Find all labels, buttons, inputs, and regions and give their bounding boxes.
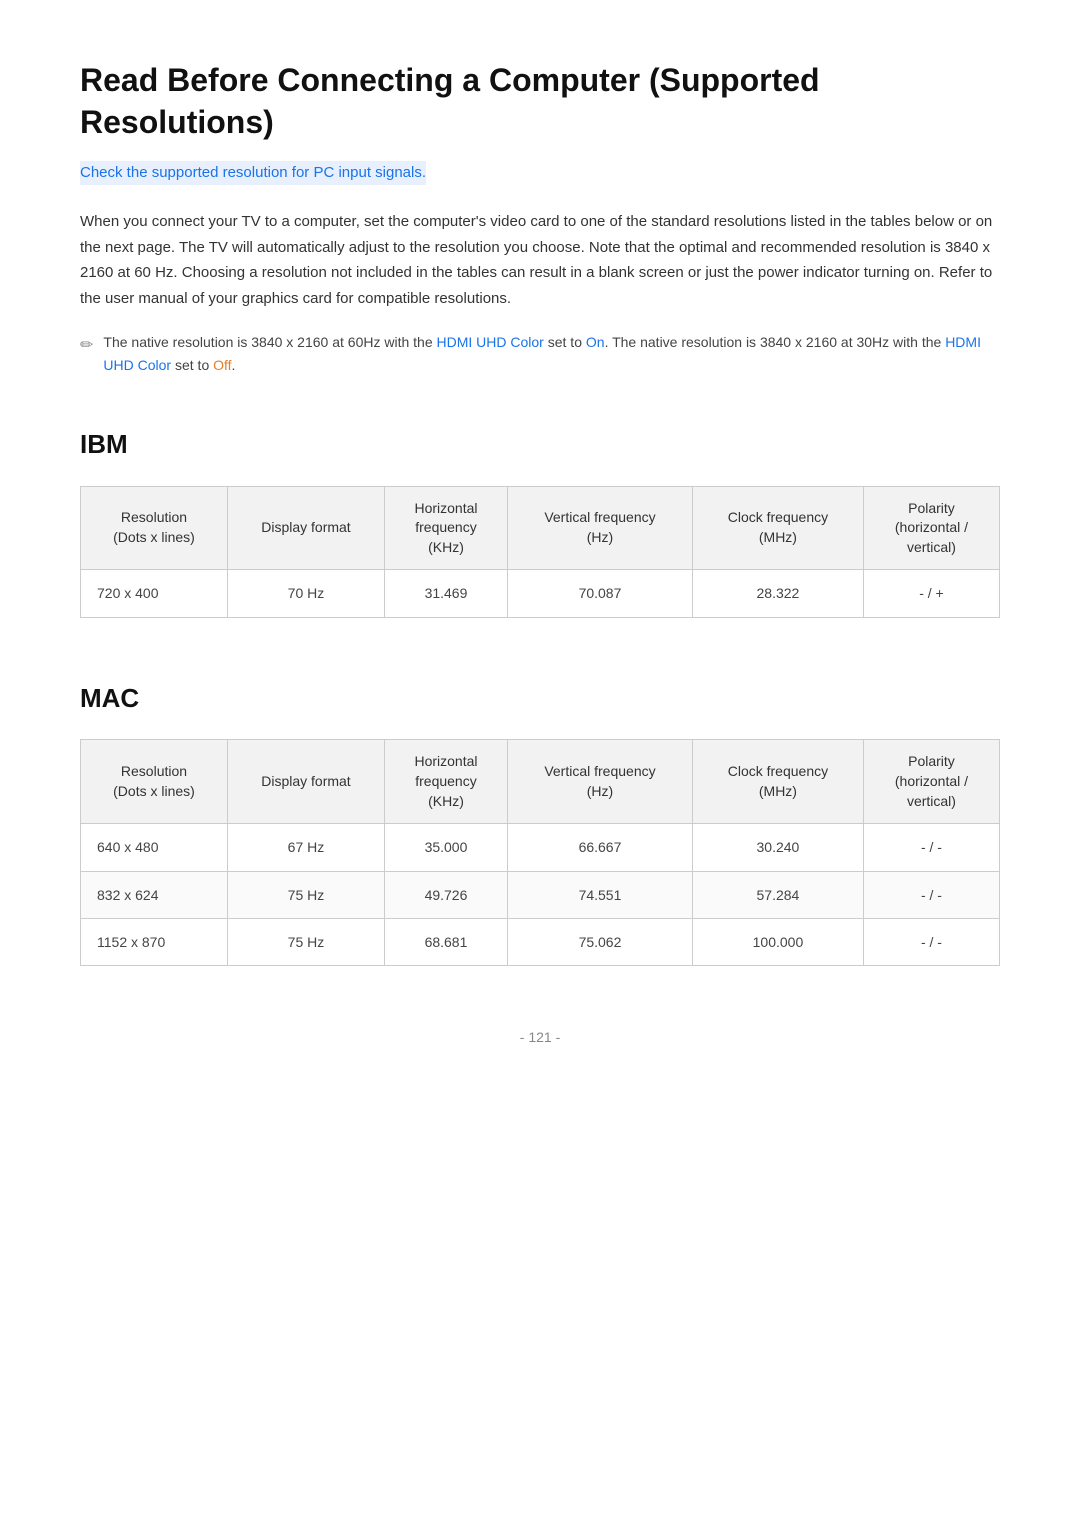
table-row: 1152 x 870 75 Hz 68.681 75.062 100.000 -… <box>81 918 1000 965</box>
table-row: 720 x 400 70 Hz 31.469 70.087 28.322 - /… <box>81 570 1000 617</box>
pencil-icon: ✏ <box>80 333 93 359</box>
hdmi-uhd-color-link-1[interactable]: HDMI UHD Color <box>437 334 544 350</box>
ibm-col-v-freq: Vertical frequency(Hz) <box>508 486 693 570</box>
ibm-table: Resolution(Dots x lines) Display format … <box>80 486 1000 618</box>
mac-col-display-format: Display format <box>227 740 384 824</box>
note-text-set-1: set to <box>544 334 586 350</box>
cell-polarity: - / - <box>863 824 999 871</box>
mac-col-h-freq: Horizontalfrequency(KHz) <box>384 740 507 824</box>
mac-table: Resolution(Dots x lines) Display format … <box>80 739 1000 966</box>
cell-h-freq: 35.000 <box>384 824 507 871</box>
note-text-end: . <box>232 357 236 373</box>
table-row: 832 x 624 75 Hz 49.726 74.551 57.284 - /… <box>81 871 1000 918</box>
cell-display-format: 75 Hz <box>227 871 384 918</box>
mac-table-header-row: Resolution(Dots x lines) Display format … <box>81 740 1000 824</box>
cell-v-freq: 74.551 <box>508 871 693 918</box>
ibm-col-polarity: Polarity(horizontal /vertical) <box>863 486 999 570</box>
cell-v-freq: 70.087 <box>508 570 693 617</box>
off-value: Off <box>213 357 231 373</box>
page-title: Read Before Connecting a Computer (Suppo… <box>80 60 1000 143</box>
ibm-table-header-row: Resolution(Dots x lines) Display format … <box>81 486 1000 570</box>
cell-v-freq: 75.062 <box>508 918 693 965</box>
cell-resolution: 1152 x 870 <box>81 918 228 965</box>
page-footer: - 121 - <box>80 1026 1000 1048</box>
cell-clock-freq: 57.284 <box>692 871 863 918</box>
cell-polarity: - / + <box>863 570 999 617</box>
ibm-col-display-format: Display format <box>227 486 384 570</box>
cell-display-format: 75 Hz <box>227 918 384 965</box>
mac-col-clock-freq: Clock frequency(MHz) <box>692 740 863 824</box>
cell-h-freq: 31.469 <box>384 570 507 617</box>
ibm-col-clock-freq: Clock frequency(MHz) <box>692 486 863 570</box>
cell-resolution: 640 x 480 <box>81 824 228 871</box>
note-text-after-link1: . The native resolution is 3840 x 2160 a… <box>605 334 946 350</box>
on-value: On <box>586 334 605 350</box>
cell-polarity: - / - <box>863 918 999 965</box>
cell-h-freq: 49.726 <box>384 871 507 918</box>
cell-display-format: 67 Hz <box>227 824 384 871</box>
cell-polarity: - / - <box>863 871 999 918</box>
cell-clock-freq: 30.240 <box>692 824 863 871</box>
table-row: 640 x 480 67 Hz 35.000 66.667 30.240 - /… <box>81 824 1000 871</box>
mac-section: MAC Resolution(Dots x lines) Display for… <box>80 678 1000 967</box>
cell-clock-freq: 100.000 <box>692 918 863 965</box>
cell-resolution: 720 x 400 <box>81 570 228 617</box>
ibm-col-h-freq: Horizontalfrequency(KHz) <box>384 486 507 570</box>
mac-section-title: MAC <box>80 678 1000 720</box>
highlight-link[interactable]: Check the supported resolution for PC in… <box>80 161 426 185</box>
ibm-section: IBM Resolution(Dots x lines) Display for… <box>80 424 1000 618</box>
cell-clock-freq: 28.322 <box>692 570 863 617</box>
ibm-col-resolution: Resolution(Dots x lines) <box>81 486 228 570</box>
mac-col-v-freq: Vertical frequency(Hz) <box>508 740 693 824</box>
cell-v-freq: 66.667 <box>508 824 693 871</box>
mac-col-resolution: Resolution(Dots x lines) <box>81 740 228 824</box>
cell-display-format: 70 Hz <box>227 570 384 617</box>
mac-col-polarity: Polarity(horizontal /vertical) <box>863 740 999 824</box>
note-text: The native resolution is 3840 x 2160 at … <box>103 331 1000 376</box>
intro-text: When you connect your TV to a computer, … <box>80 209 1000 311</box>
cell-resolution: 832 x 624 <box>81 871 228 918</box>
note-box: ✏ The native resolution is 3840 x 2160 a… <box>80 331 1000 376</box>
ibm-section-title: IBM <box>80 424 1000 466</box>
note-text-before-link1: The native resolution is 3840 x 2160 at … <box>103 334 436 350</box>
cell-h-freq: 68.681 <box>384 918 507 965</box>
note-text-set-2: set to <box>171 357 213 373</box>
